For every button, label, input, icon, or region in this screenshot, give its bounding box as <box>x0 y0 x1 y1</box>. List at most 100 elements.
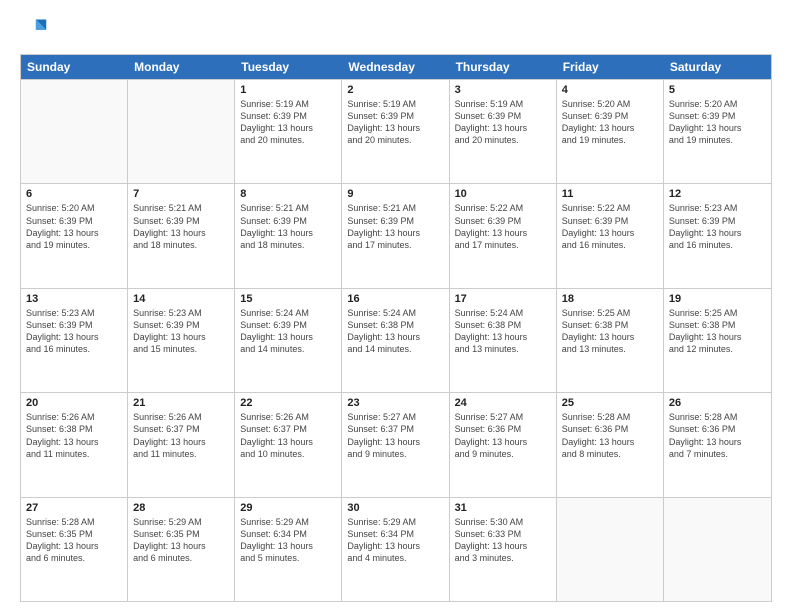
cal-cell-19: 19 Sunrise: 5:25 AM Sunset: 6:38 PM Dayli… <box>664 289 771 392</box>
page: SundayMondayTuesdayWednesdayThursdayFrid… <box>0 0 792 612</box>
cal-cell-23: 23 Sunrise: 5:27 AM Sunset: 6:37 PM Dayli… <box>342 393 449 496</box>
day-number: 2 <box>347 84 443 96</box>
day-info: Sunrise: 5:22 AM Sunset: 6:39 PM Dayligh… <box>455 202 551 251</box>
cal-cell-10: 10 Sunrise: 5:22 AM Sunset: 6:39 PM Dayli… <box>450 184 557 287</box>
cal-row-3: 20 Sunrise: 5:26 AM Sunset: 6:38 PM Dayli… <box>21 392 771 496</box>
day-info: Sunrise: 5:24 AM Sunset: 6:38 PM Dayligh… <box>347 307 443 356</box>
day-number: 1 <box>240 84 336 96</box>
cal-cell-28: 28Sunrise: 5:29 AM Sunset: 6:35 PM Dayli… <box>128 498 235 601</box>
day-info: Sunrise: 5:21 AM Sunset: 6:39 PM Dayligh… <box>347 202 443 251</box>
day-info: Sunrise: 5:26 AM Sunset: 6:37 PM Dayligh… <box>240 411 336 460</box>
cal-cell-30: 30Sunrise: 5:29 AM Sunset: 6:34 PM Dayli… <box>342 498 449 601</box>
day-number: 14 <box>133 293 229 305</box>
day-number: 7 <box>133 188 229 200</box>
day-number: 16 <box>347 293 443 305</box>
day-info: Sunrise: 5:25 AM Sunset: 6:38 PM Dayligh… <box>562 307 658 356</box>
cal-cell-17: 17 Sunrise: 5:24 AM Sunset: 6:38 PM Dayli… <box>450 289 557 392</box>
day-info: Sunrise: 5:28 AM Sunset: 6:36 PM Dayligh… <box>562 411 658 460</box>
cal-cell-20: 20 Sunrise: 5:26 AM Sunset: 6:38 PM Dayli… <box>21 393 128 496</box>
day-number: 18 <box>562 293 658 305</box>
day-number: 31 <box>455 502 551 514</box>
day-number: 26 <box>669 397 766 409</box>
day-number: 28 <box>133 502 229 514</box>
day-number: 12 <box>669 188 766 200</box>
cal-cell-12: 12 Sunrise: 5:23 AM Sunset: 6:39 PM Dayli… <box>664 184 771 287</box>
cal-cell-empty-4-5 <box>557 498 664 601</box>
cal-header-friday: Friday <box>557 55 664 79</box>
day-info: Sunrise: 5:19 AM Sunset: 6:39 PM Dayligh… <box>347 98 443 147</box>
cal-cell-9: 9 Sunrise: 5:21 AM Sunset: 6:39 PM Daylig… <box>342 184 449 287</box>
day-info: Sunrise: 5:20 AM Sunset: 6:39 PM Dayligh… <box>26 202 122 251</box>
calendar-header-row: SundayMondayTuesdayWednesdayThursdayFrid… <box>21 55 771 79</box>
day-info: Sunrise: 5:26 AM Sunset: 6:37 PM Dayligh… <box>133 411 229 460</box>
day-number: 20 <box>26 397 122 409</box>
header <box>20 16 772 44</box>
day-info: Sunrise: 5:21 AM Sunset: 6:39 PM Dayligh… <box>240 202 336 251</box>
day-number: 13 <box>26 293 122 305</box>
day-number: 6 <box>26 188 122 200</box>
day-info: Sunrise: 5:28 AM Sunset: 6:36 PM Dayligh… <box>669 411 766 460</box>
cal-cell-15: 15 Sunrise: 5:24 AM Sunset: 6:39 PM Dayli… <box>235 289 342 392</box>
cal-cell-24: 24 Sunrise: 5:27 AM Sunset: 6:36 PM Dayli… <box>450 393 557 496</box>
cal-cell-22: 22 Sunrise: 5:26 AM Sunset: 6:37 PM Dayli… <box>235 393 342 496</box>
cal-cell-2: 2 Sunrise: 5:19 AM Sunset: 6:39 PM Daylig… <box>342 80 449 183</box>
cal-header-monday: Monday <box>128 55 235 79</box>
day-info: Sunrise: 5:21 AM Sunset: 6:39 PM Dayligh… <box>133 202 229 251</box>
day-number: 29 <box>240 502 336 514</box>
day-number: 9 <box>347 188 443 200</box>
day-info: Sunrise: 5:23 AM Sunset: 6:39 PM Dayligh… <box>669 202 766 251</box>
day-info: Sunrise: 5:26 AM Sunset: 6:38 PM Dayligh… <box>26 411 122 460</box>
day-number: 30 <box>347 502 443 514</box>
cal-cell-empty-0-1 <box>128 80 235 183</box>
cal-row-0: 1 Sunrise: 5:19 AM Sunset: 6:39 PM Daylig… <box>21 79 771 183</box>
day-info: Sunrise: 5:25 AM Sunset: 6:38 PM Dayligh… <box>669 307 766 356</box>
day-info: Sunrise: 5:24 AM Sunset: 6:39 PM Dayligh… <box>240 307 336 356</box>
day-info: Sunrise: 5:28 AM Sunset: 6:35 PM Dayligh… <box>26 516 122 565</box>
cal-cell-27: 27 Sunrise: 5:28 AM Sunset: 6:35 PM Dayli… <box>21 498 128 601</box>
day-number: 22 <box>240 397 336 409</box>
day-number: 5 <box>669 84 766 96</box>
cal-cell-7: 7 Sunrise: 5:21 AM Sunset: 6:39 PM Daylig… <box>128 184 235 287</box>
day-number: 25 <box>562 397 658 409</box>
day-number: 19 <box>669 293 766 305</box>
day-number: 3 <box>455 84 551 96</box>
day-number: 21 <box>133 397 229 409</box>
cal-cell-empty-0-0 <box>21 80 128 183</box>
day-number: 10 <box>455 188 551 200</box>
calendar: SundayMondayTuesdayWednesdayThursdayFrid… <box>20 54 772 602</box>
day-number: 17 <box>455 293 551 305</box>
day-info: Sunrise: 5:27 AM Sunset: 6:36 PM Dayligh… <box>455 411 551 460</box>
cal-cell-5: 5Sunrise: 5:20 AM Sunset: 6:39 PM Daylig… <box>664 80 771 183</box>
calendar-body: 1 Sunrise: 5:19 AM Sunset: 6:39 PM Daylig… <box>21 79 771 601</box>
day-number: 27 <box>26 502 122 514</box>
cal-cell-1: 1 Sunrise: 5:19 AM Sunset: 6:39 PM Daylig… <box>235 80 342 183</box>
day-number: 8 <box>240 188 336 200</box>
day-info: Sunrise: 5:22 AM Sunset: 6:39 PM Dayligh… <box>562 202 658 251</box>
cal-header-saturday: Saturday <box>664 55 771 79</box>
cal-cell-11: 11 Sunrise: 5:22 AM Sunset: 6:39 PM Dayli… <box>557 184 664 287</box>
cal-cell-13: 13 Sunrise: 5:23 AM Sunset: 6:39 PM Dayli… <box>21 289 128 392</box>
cal-cell-6: 6 Sunrise: 5:20 AM Sunset: 6:39 PM Daylig… <box>21 184 128 287</box>
day-info: Sunrise: 5:29 AM Sunset: 6:34 PM Dayligh… <box>240 516 336 565</box>
cal-cell-8: 8 Sunrise: 5:21 AM Sunset: 6:39 PM Daylig… <box>235 184 342 287</box>
day-number: 15 <box>240 293 336 305</box>
cal-cell-4: 4Sunrise: 5:20 AM Sunset: 6:39 PM Daylig… <box>557 80 664 183</box>
day-info: Sunrise: 5:20 AM Sunset: 6:39 PM Dayligh… <box>562 98 658 147</box>
day-info: Sunrise: 5:24 AM Sunset: 6:38 PM Dayligh… <box>455 307 551 356</box>
day-number: 24 <box>455 397 551 409</box>
cal-header-sunday: Sunday <box>21 55 128 79</box>
cal-cell-empty-4-6 <box>664 498 771 601</box>
day-info: Sunrise: 5:19 AM Sunset: 6:39 PM Dayligh… <box>240 98 336 147</box>
cal-cell-3: 3Sunrise: 5:19 AM Sunset: 6:39 PM Daylig… <box>450 80 557 183</box>
day-info: Sunrise: 5:23 AM Sunset: 6:39 PM Dayligh… <box>26 307 122 356</box>
day-number: 11 <box>562 188 658 200</box>
cal-cell-31: 31 Sunrise: 5:30 AM Sunset: 6:33 PM Dayli… <box>450 498 557 601</box>
day-info: Sunrise: 5:27 AM Sunset: 6:37 PM Dayligh… <box>347 411 443 460</box>
day-number: 23 <box>347 397 443 409</box>
cal-cell-18: 18 Sunrise: 5:25 AM Sunset: 6:38 PM Dayli… <box>557 289 664 392</box>
day-info: Sunrise: 5:30 AM Sunset: 6:33 PM Dayligh… <box>455 516 551 565</box>
cal-cell-25: 25 Sunrise: 5:28 AM Sunset: 6:36 PM Dayli… <box>557 393 664 496</box>
cal-cell-21: 21 Sunrise: 5:26 AM Sunset: 6:37 PM Dayli… <box>128 393 235 496</box>
cal-row-4: 27 Sunrise: 5:28 AM Sunset: 6:35 PM Dayli… <box>21 497 771 601</box>
cal-header-tuesday: Tuesday <box>235 55 342 79</box>
